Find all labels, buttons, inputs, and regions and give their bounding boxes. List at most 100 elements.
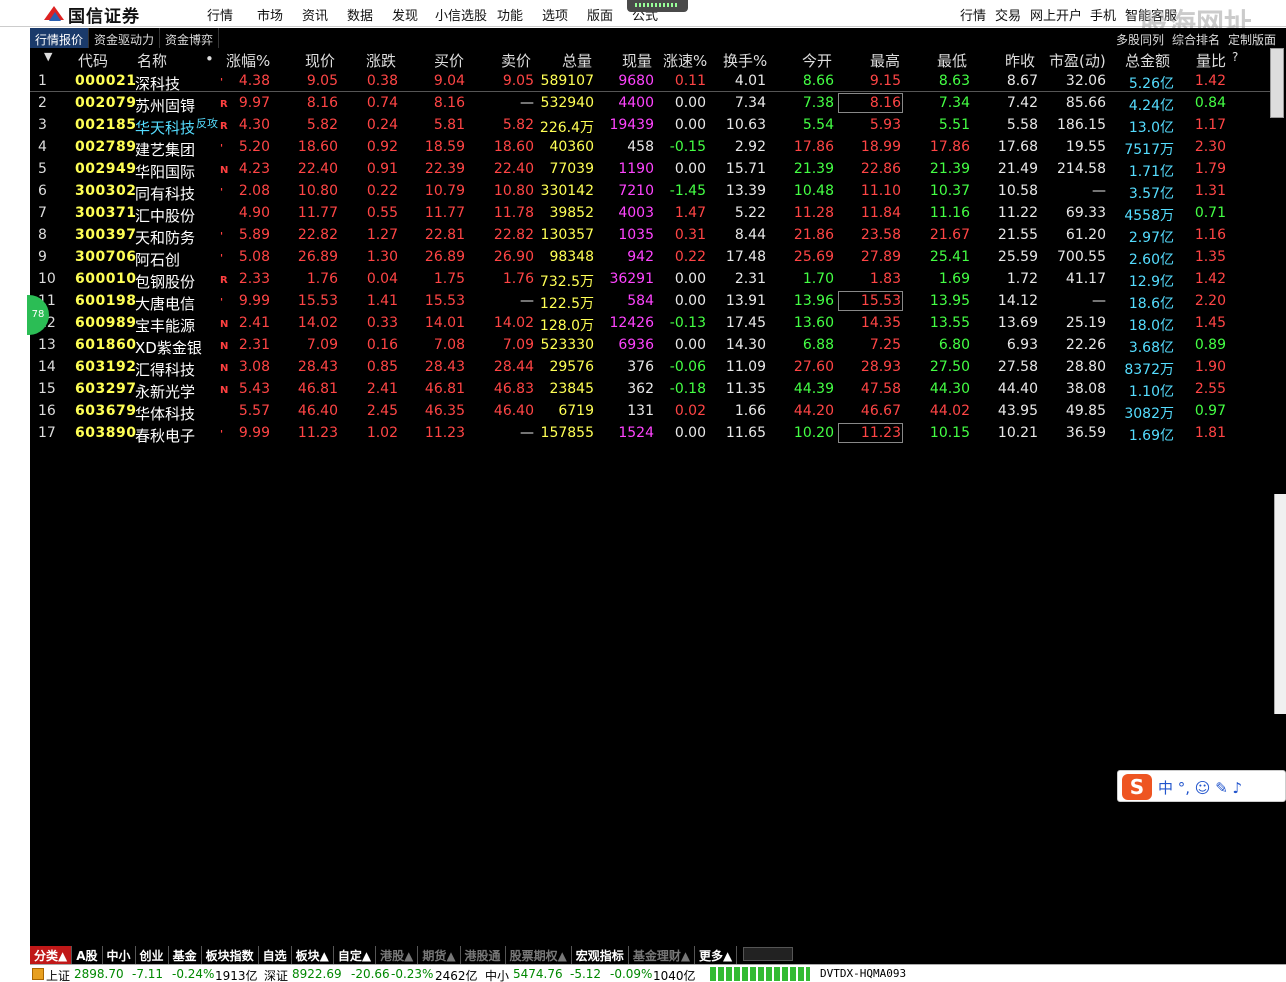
cell-high: 22.86 [860, 161, 901, 177]
sheet-tab[interactable]: 股票期权▲ [506, 946, 572, 964]
cell-open: 25.69 [793, 249, 834, 265]
menu-stock-picker[interactable]: 小信选股 [435, 5, 487, 24]
sogou-ime-icon[interactable]: S [1122, 774, 1152, 800]
menu-quotes[interactable]: 行情 [207, 5, 233, 24]
header-ask[interactable]: 卖价 [501, 50, 531, 71]
table-row[interactable]: 4 002789 建艺集团 ' 5.20 18.60 0.92 18.59 18.60 40360… [30, 136, 1270, 159]
table-row[interactable]: 9 300706 阿石创 ' 5.08 26.89 1.30 26.89 26.90 98348 9… [30, 246, 1270, 269]
cell-pct: 4.23 [238, 161, 270, 177]
table-row[interactable]: 11 600198 大唐电信 ' 9.99 15.53 1.41 15.53—122.5万 58… [30, 290, 1270, 313]
side-panel-edge[interactable] [1274, 494, 1286, 714]
header-name[interactable]: 名称 [137, 50, 167, 71]
help-icon[interactable]: ? [1232, 50, 1238, 64]
cell-amount: 2.60亿 [1128, 252, 1174, 268]
sheet-tab[interactable]: 中小 [103, 946, 136, 964]
header-code[interactable]: 代码 [78, 50, 108, 71]
cell-open: 44.39 [793, 381, 834, 397]
status-menu-icon[interactable] [32, 968, 44, 980]
menu-open-account[interactable]: 网上开户 [1030, 5, 1082, 24]
header-cur-volume[interactable]: 现量 [622, 50, 652, 71]
sheet-tab[interactable]: 港股通 [461, 946, 506, 964]
ime-tools[interactable]: 中 °, ☺ ✎ ♪ [1158, 777, 1242, 798]
header-pe[interactable]: 市盈(动) [1049, 50, 1106, 71]
cell-change: 0.55 [366, 205, 398, 221]
sheet-tab[interactable]: 基金 [169, 946, 202, 964]
cell-volume: 130357 [540, 227, 594, 243]
cell-pe: 38.08 [1065, 381, 1106, 397]
sheet-tab[interactable]: 港股▲ [376, 946, 419, 964]
table-row[interactable]: 2 002079 苏州固锝 R 9.97 8.16 0.74 8.16—532940 4400 0… [30, 92, 1270, 115]
header-prev-close[interactable]: 昨收 [1005, 50, 1035, 71]
cell-index: 17 [38, 425, 56, 441]
horizontal-scrollbar[interactable] [743, 947, 794, 961]
cell-pct: 4.38 [238, 73, 270, 89]
table-row[interactable]: 5 002949 华阳国际 N 4.23 22.40 0.91 22.39 22.40 77039… [30, 158, 1270, 181]
cell-bid: 46.81 [424, 381, 465, 397]
tab-multi-stock[interactable]: 多股同列 [1112, 28, 1168, 48]
header-pct[interactable]: 涨幅% [226, 50, 270, 71]
table-row[interactable]: 13 601860 XD紫金银 N 2.31 7.09 0.16 7.08 7.09 523330… [30, 334, 1270, 357]
table-row[interactable]: 16 603679 华体科技 5.57 46.40 2.45 46.35 46.40 6719 1… [30, 400, 1270, 423]
sheet-tab[interactable]: A股 [72, 946, 103, 964]
tab-quotes[interactable]: 行情报价 [30, 28, 90, 48]
tab-capital-drive[interactable]: 资金驱动力 [89, 28, 161, 48]
cell-amount: 1.71亿 [1128, 164, 1174, 180]
cell-turnover: 8.44 [734, 227, 766, 243]
header-change[interactable]: 涨跌 [366, 50, 396, 71]
menu-discover[interactable]: 发现 [392, 5, 418, 24]
sheet-tab[interactable]: 自选 [259, 946, 292, 964]
menu-functions[interactable]: 功能 [497, 5, 523, 24]
header-speed[interactable]: 涨速% [663, 50, 707, 71]
tab-custom-layout[interactable]: 定制版面 [1224, 28, 1280, 48]
ime-toolbar[interactable]: S 中 °, ☺ ✎ ♪ [1117, 770, 1286, 802]
menu-market[interactable]: 市场 [257, 5, 283, 24]
table-row[interactable]: 10 600010 包钢股份 R 2.33 1.76 0.04 1.75 1.76 732.5万 3… [30, 268, 1270, 291]
header-price[interactable]: 现价 [305, 50, 335, 71]
header-open[interactable]: 今开 [802, 50, 832, 71]
table-row[interactable]: 8 300397 天和防务 ' 5.89 22.82 1.27 22.81 22.82 13035… [30, 224, 1270, 247]
cell-code: 300706 [75, 249, 137, 265]
menu-mobile[interactable]: 手机 [1090, 5, 1116, 24]
vertical-scrollbar[interactable] [1270, 48, 1284, 118]
menu-trade[interactable]: 交易 [995, 5, 1021, 24]
sheet-tab[interactable]: 自定▲ [334, 946, 377, 964]
sheet-tab[interactable]: 期货▲ [418, 946, 461, 964]
server-name[interactable]: DVTDX-HQMA093 [820, 967, 906, 980]
header-turnover[interactable]: 换手% [723, 50, 767, 71]
sheet-tab[interactable]: 基金理财▲ [629, 946, 696, 964]
cell-pe: — [1092, 293, 1106, 309]
cell-vol-ratio: 1.45 [1194, 315, 1226, 331]
cell-name: 汇得科技 [135, 361, 196, 379]
window-handle[interactable] [627, 0, 688, 12]
tab-ranking[interactable]: 综合排名 [1168, 28, 1224, 48]
header-vol-ratio[interactable]: 量比 [1196, 50, 1226, 71]
table-row[interactable]: 17 603890 春秋电子 ' 9.99 11.23 1.02 11.23—157855 15… [30, 422, 1270, 445]
sheet-tab[interactable]: 创业 [136, 946, 169, 964]
tab-capital-game[interactable]: 资金博弈 [160, 28, 220, 48]
menu-layout[interactable]: 版面 [587, 5, 613, 24]
menu-news[interactable]: 资讯 [302, 5, 328, 24]
header-volume[interactable]: 总量 [562, 50, 592, 71]
header-amount[interactable]: 总金额 [1125, 50, 1170, 71]
sheet-tab[interactable]: 宏观指标 [572, 946, 629, 964]
table-row[interactable]: 12600989宝丰能源N2.4114.020.3314.0114.02128.… [30, 312, 1270, 335]
cell-cur-volume: 1524 [618, 425, 654, 441]
sheet-tab[interactable]: 分类▲ [30, 946, 73, 964]
menu-options[interactable]: 选项 [542, 5, 568, 24]
table-row[interactable]: 7 300371 汇中股份 4.90 11.77 0.55 11.77 11.78 39852 4… [30, 202, 1270, 225]
table-row[interactable]: 1 000021 深科技 ' 4.38 9.05 0.38 9.04 9.05 589107 968… [30, 70, 1270, 93]
sheet-tab[interactable]: 更多▲ [695, 946, 738, 964]
table-row[interactable]: 6 300302 同有科技 ' 2.08 10.80 0.22 10.79 10.80 33014… [30, 180, 1270, 203]
sheet-tab[interactable]: 板块▲ [292, 946, 334, 964]
table-row[interactable]: 3 002185 华天科技 R 4.30 5.82 0.24 5.81 5.82 226.4万 19… [30, 114, 1270, 137]
menu-data[interactable]: 数据 [347, 5, 373, 24]
header-bid[interactable]: 买价 [434, 50, 464, 71]
menu-right-quotes[interactable]: 行情 [960, 5, 986, 24]
header-low[interactable]: 最低 [937, 50, 967, 71]
table-row[interactable]: 14 603192 汇得科技 N 3.08 28.43 0.85 28.43 28.44 2957… [30, 356, 1270, 379]
table-row[interactable]: 15 603297 永新光学 N 5.43 46.81 2.41 46.81 46.83 2384… [30, 378, 1270, 401]
sheet-tab[interactable]: 板块指数 [202, 946, 259, 964]
header-high[interactable]: 最高 [870, 50, 900, 71]
sort-menu-icon[interactable]: ▼ [44, 50, 52, 63]
sz-value: 8922.69 [292, 967, 342, 981]
